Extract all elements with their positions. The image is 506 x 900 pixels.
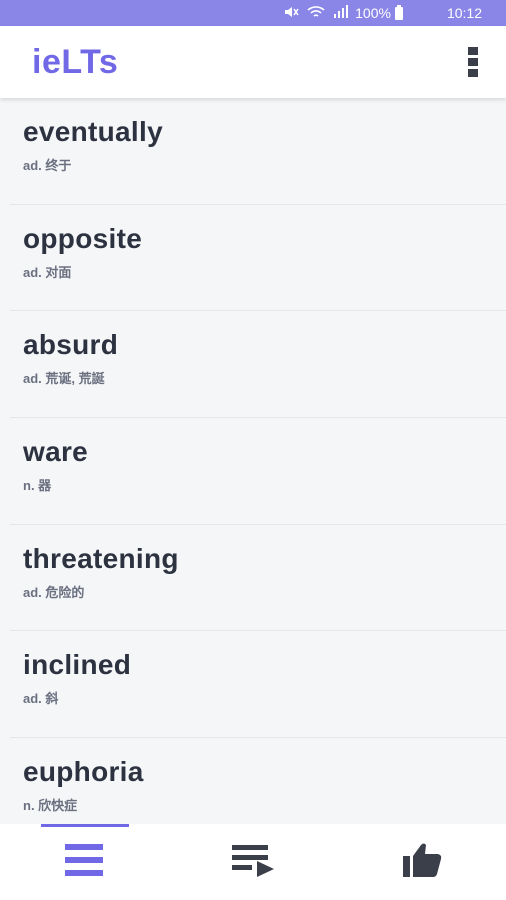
bottom-nav <box>0 824 506 900</box>
word-list: eventually ad. 终于 opposite ad. 对面 absurd… <box>10 98 506 824</box>
word-list-item[interactable]: threatening ad. 危险的 <box>10 525 506 632</box>
playlist-play-icon <box>231 843 275 882</box>
word-term: ware <box>23 436 89 468</box>
thumbs-up-icon <box>402 842 442 883</box>
app-title: ieLTs <box>32 42 119 81</box>
word-list-item[interactable]: euphoria n. 欣快症 <box>10 738 506 824</box>
word-list-item[interactable]: inclined ad. 斜 <box>10 631 506 739</box>
word-term: inclined <box>23 649 132 681</box>
word-definition: n. 欣快症 <box>23 798 78 814</box>
word-definition: ad. 危险的 <box>23 584 85 600</box>
word-definition: ad. 斜 <box>23 691 59 707</box>
battery-icon <box>394 4 403 20</box>
tab-playlist[interactable] <box>169 824 337 900</box>
word-definition: ad. 对面 <box>23 264 72 280</box>
word-list-item[interactable]: ware n. 器 <box>10 418 506 525</box>
status-time: 10:12 <box>446 5 482 21</box>
tab-favorites[interactable] <box>338 824 506 900</box>
word-list-item[interactable]: opposite ad. 对面 <box>10 205 506 312</box>
battery-percent: 100% <box>355 5 391 21</box>
list-icon <box>64 842 104 883</box>
word-list-item[interactable]: eventually ad. 终于 <box>10 98 506 205</box>
app-bar: ieLTs <box>0 26 506 98</box>
mute-icon <box>283 5 299 22</box>
word-definition: n. 器 <box>23 478 52 494</box>
tab-word-list[interactable] <box>0 824 168 900</box>
wifi-icon <box>307 5 325 22</box>
word-term: euphoria <box>23 756 144 788</box>
status-bar: 100% 10:12 <box>0 0 506 26</box>
more-vertical-icon[interactable] <box>468 47 478 77</box>
word-term: threatening <box>23 542 179 574</box>
word-term: absurd <box>23 329 119 361</box>
signal-icon <box>333 5 349 21</box>
word-definition: ad. 荒诞, 荒誕 <box>23 371 105 387</box>
word-term: eventually <box>23 116 163 147</box>
word-list-item[interactable]: absurd ad. 荒诞, 荒誕 <box>10 311 506 419</box>
word-definition: ad. 终于 <box>23 158 72 173</box>
word-term: opposite <box>23 222 143 254</box>
